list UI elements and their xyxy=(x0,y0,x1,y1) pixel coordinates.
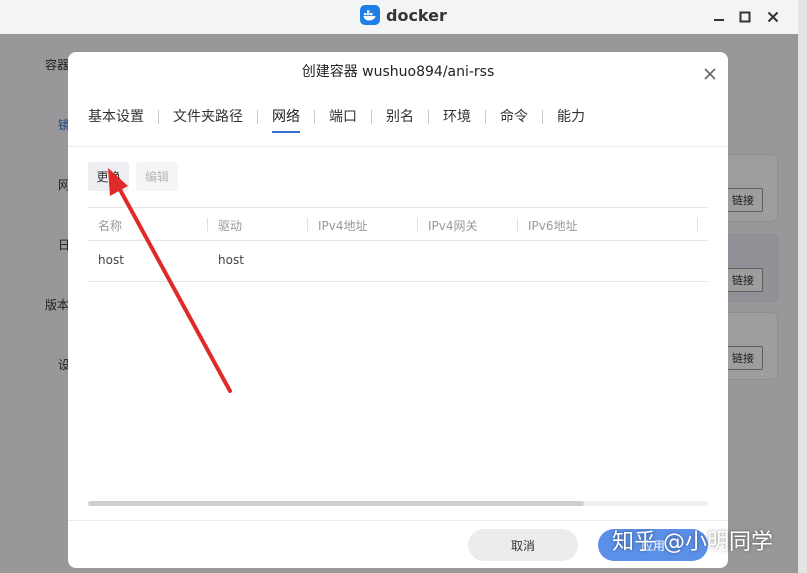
window-scrollbar[interactable] xyxy=(798,0,807,573)
change-button[interactable]: 更换 xyxy=(88,162,129,191)
tab-divider xyxy=(314,110,315,124)
create-container-dialog: 创建容器 wushuo894/ani-rss 基本设置 文件夹路径 网络 端口 … xyxy=(68,52,728,568)
tab-divider xyxy=(158,110,159,124)
tab-folder-path[interactable]: 文件夹路径 xyxy=(173,103,243,131)
column-header-ipv4-gateway[interactable]: IPv4网关 xyxy=(428,217,478,234)
table-header: 名称 驱动 IPv4地址 IPv4网关 IPv6地址 xyxy=(88,207,708,241)
edit-button[interactable]: 编辑 xyxy=(136,162,178,191)
cell-name: host xyxy=(98,253,124,267)
tab-divider xyxy=(428,110,429,124)
tab-capabilities[interactable]: 能力 xyxy=(557,103,585,131)
tab-divider xyxy=(257,110,258,124)
tab-divider xyxy=(542,110,543,124)
tab-network[interactable]: 网络 xyxy=(272,103,300,133)
cell-driver: host xyxy=(218,253,244,267)
column-header-ipv4-address[interactable]: IPv4地址 xyxy=(318,217,368,234)
tab-alias[interactable]: 别名 xyxy=(386,103,414,131)
tab-environment[interactable]: 环境 xyxy=(443,103,471,131)
column-header-ipv6-address[interactable]: IPv6地址 xyxy=(528,217,578,234)
column-divider xyxy=(697,218,698,232)
tab-command[interactable]: 命令 xyxy=(500,103,528,131)
table-row[interactable]: host host xyxy=(88,241,708,282)
dialog-close-icon[interactable] xyxy=(702,66,718,82)
tab-divider xyxy=(485,110,486,124)
cancel-button[interactable]: 取消 xyxy=(468,529,578,561)
horizontal-scroll-thumb[interactable] xyxy=(88,501,584,506)
column-divider xyxy=(207,218,208,232)
divider xyxy=(68,520,728,521)
tab-basic-settings[interactable]: 基本设置 xyxy=(88,103,144,131)
column-divider xyxy=(307,218,308,232)
network-table: 名称 驱动 IPv4地址 IPv4网关 IPv6地址 host host xyxy=(88,207,708,282)
column-header-driver[interactable]: 驱动 xyxy=(218,217,242,234)
docker-icon xyxy=(360,5,380,25)
dialog-tabs: 基本设置 文件夹路径 网络 端口 别名 环境 命令 能力 xyxy=(88,102,585,133)
minimize-icon[interactable] xyxy=(710,8,728,26)
app-title: docker xyxy=(360,5,447,25)
tab-ports[interactable]: 端口 xyxy=(329,103,357,131)
dialog-title: 创建容器 wushuo894/ani-rss xyxy=(301,64,495,80)
watermark: 知乎 @小明同学 xyxy=(612,530,773,555)
column-divider xyxy=(417,218,418,232)
column-divider xyxy=(517,218,518,232)
tab-divider xyxy=(371,110,372,124)
app-name: docker xyxy=(386,5,447,25)
close-icon[interactable] xyxy=(764,8,782,26)
maximize-icon[interactable] xyxy=(736,8,754,26)
divider xyxy=(68,146,728,147)
title-bar: docker xyxy=(0,0,807,34)
column-header-name[interactable]: 名称 xyxy=(98,217,122,234)
horizontal-scrollbar[interactable] xyxy=(88,501,708,506)
